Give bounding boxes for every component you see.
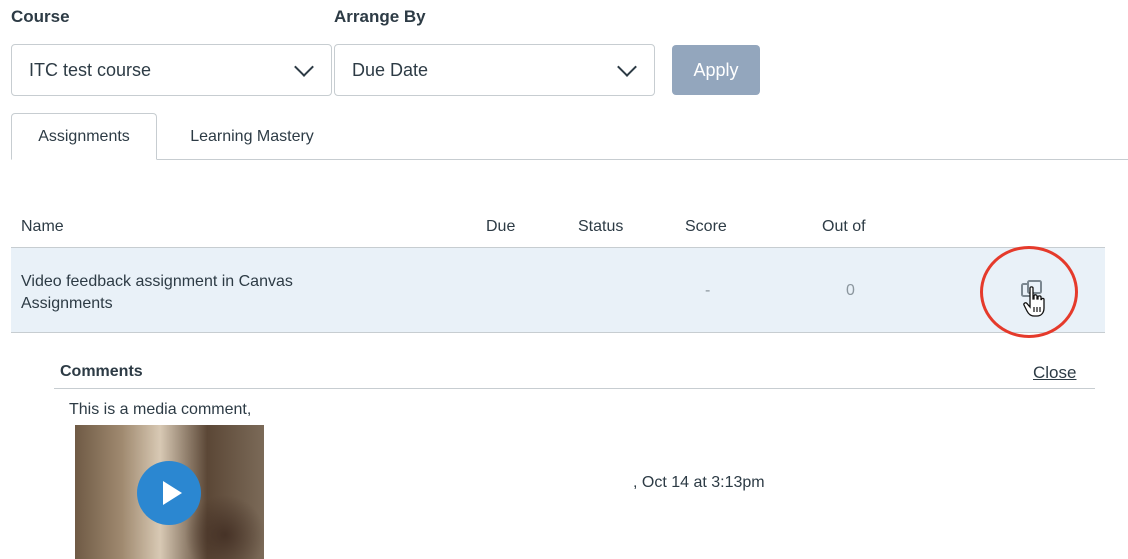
out-of-value: 0 — [846, 282, 855, 299]
column-header-out-of[interactable]: Out of — [822, 218, 866, 236]
media-comment-thumbnail[interactable] — [75, 425, 264, 559]
chevron-down-icon — [294, 56, 314, 77]
assignment-name-line1[interactable]: Video feedback assignment in Canvas — [21, 271, 293, 293]
close-comments-link[interactable]: Close — [1033, 363, 1076, 383]
apply-button[interactable]: Apply — [672, 45, 760, 95]
arrange-by-select[interactable]: Due Date — [334, 44, 655, 96]
arrange-by-label: Arrange By — [334, 7, 426, 26]
course-label: Course — [11, 7, 70, 26]
course-select-value: ITC test course — [29, 59, 152, 80]
tab-assignments[interactable]: Assignments — [11, 113, 157, 160]
comment-text: This is a media comment, — [69, 401, 252, 418]
tab-learning-mastery[interactable]: Learning Mastery — [160, 113, 344, 160]
column-header-score[interactable]: Score — [685, 218, 727, 236]
score-value: - — [705, 282, 711, 299]
assignment-name-line2[interactable]: Assignments — [21, 293, 293, 315]
table-row[interactable]: Video feedback assignment in Canvas Assi… — [11, 247, 1105, 333]
arrange-by-select-value: Due Date — [352, 59, 429, 80]
play-triangle — [162, 481, 182, 505]
chevron-down-icon — [617, 56, 637, 77]
comments-divider — [54, 388, 1095, 389]
column-header-name[interactable]: Name — [21, 218, 64, 236]
comments-title: Comments — [60, 363, 143, 380]
comment-timestamp: , Oct 14 at 3:13pm — [633, 474, 765, 491]
column-header-status[interactable]: Status — [578, 218, 623, 236]
assignment-name[interactable]: Video feedback assignment in Canvas Assi… — [21, 271, 293, 315]
play-icon[interactable] — [137, 461, 201, 525]
column-header-due[interactable]: Due — [486, 218, 515, 236]
annotation-circle — [980, 246, 1078, 338]
course-select[interactable]: ITC test course — [11, 44, 332, 96]
